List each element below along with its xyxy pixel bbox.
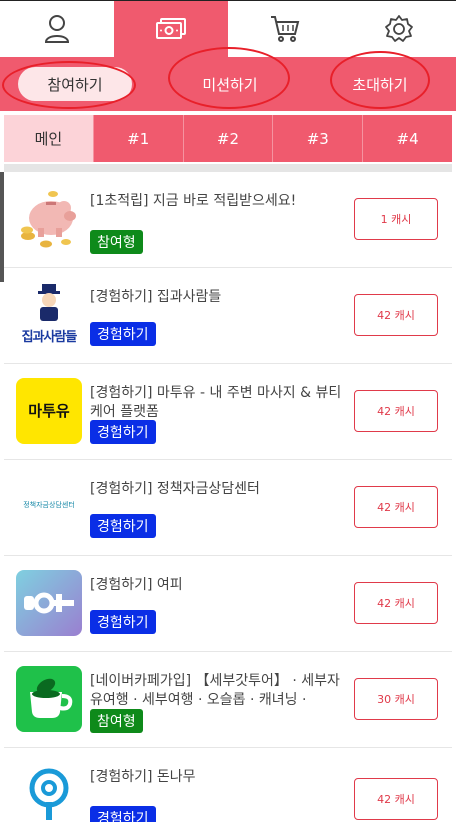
thumbnail: [16, 762, 82, 822]
thumbnail: 집과사람들: [16, 282, 82, 348]
item-title: [경험하기] 집과사람들: [90, 289, 222, 305]
yeopi-logo-icon: [24, 592, 74, 614]
tab-main[interactable]: 메인: [4, 115, 93, 162]
item-badge: 경험하기: [90, 322, 156, 346]
cafe-cup-icon: [30, 678, 73, 718]
thumbnail: [16, 186, 82, 252]
tab-1[interactable]: #1: [92, 115, 183, 162]
divider: [4, 164, 452, 172]
cash-button[interactable]: 1 캐시: [354, 198, 438, 240]
cash-button[interactable]: 42 캐시: [354, 390, 438, 432]
cash-button[interactable]: 42 캐시: [354, 486, 438, 528]
nav-settings[interactable]: [342, 1, 456, 57]
money-tree-icon: [29, 768, 69, 820]
cash-icon: [156, 18, 186, 39]
tab-4[interactable]: #4: [362, 115, 452, 162]
thumbnail: [16, 666, 82, 732]
item-title: [네이버카페가입] 【세부갓투어】 · 세부자유여행 · 세부여행 · 오슬롭 …: [90, 673, 340, 708]
nav-profile[interactable]: [0, 1, 114, 57]
item-badge: 참여형: [90, 230, 143, 254]
thumb-label: 마투유: [28, 402, 70, 420]
person-icon: [44, 15, 70, 43]
mascot-icon: [38, 284, 60, 321]
item-title: [1초적립] 지금 바로 적립받으세요!: [90, 193, 297, 209]
cart-icon: [271, 16, 300, 42]
item-badge: 참여형: [90, 709, 143, 733]
item-badge: 경험하기: [90, 806, 156, 822]
list-item[interactable]: [1초적립] 지금 바로 적립받으세요! 참여형 1 캐시: [4, 172, 452, 268]
cash-button[interactable]: 42 캐시: [354, 294, 438, 336]
cash-button[interactable]: 42 캐시: [354, 778, 438, 820]
thumbnail: [16, 570, 82, 636]
sub-tabs: 참여하기 미션하기 초대하기: [0, 47, 456, 111]
annotation-circle: [2, 61, 136, 109]
item-title: [경험하기] 돈나무: [90, 769, 196, 785]
offer-list: [1초적립] 지금 바로 적립받으세요! 참여형 1 캐시 집과사람들 [경험하…: [4, 172, 452, 822]
list-item[interactable]: [경험하기] 여피 경험하기 42 캐시: [4, 556, 452, 652]
thumbnail: 정책자금상담센터: [16, 474, 82, 540]
cash-button[interactable]: 42 캐시: [354, 582, 438, 624]
list-item[interactable]: 집과사람들 [경험하기] 집과사람들 경험하기 42 캐시: [4, 268, 452, 364]
item-badge: 경험하기: [90, 514, 156, 538]
list-item[interactable]: [경험하기] 돈나무 경험하기 42 캐시: [4, 748, 452, 822]
item-badge: 경험하기: [90, 420, 156, 444]
list-item[interactable]: 정책자금상담센터 [경험하기] 정책자금상담센터 경험하기 42 캐시: [4, 460, 452, 556]
annotation-circle: [330, 51, 430, 109]
cash-button[interactable]: 30 캐시: [354, 678, 438, 720]
annotation-circle: [168, 47, 290, 109]
gear-icon: [385, 15, 413, 42]
list-item[interactable]: [네이버카페가입] 【세부갓투어】 · 세부자유여행 · 세부여행 · 오슬롭 …: [4, 652, 452, 748]
category-tabs: 메인 #1 #2 #3 #4: [4, 115, 452, 162]
tab-2[interactable]: #2: [182, 115, 273, 162]
item-title: [경험하기] 여피: [90, 577, 183, 593]
item-title: [경험하기] 정책자금상담센터: [90, 481, 260, 497]
tab-3[interactable]: #3: [272, 115, 363, 162]
list-item[interactable]: 마투유 [경험하기] 마투유 - 내 주변 마사지 & 뷰티케어 플랫폼 경험하…: [4, 364, 452, 460]
thumbnail: 마투유: [16, 378, 82, 444]
item-badge: 경험하기: [90, 610, 156, 634]
thumb-label: 집과사람들: [21, 330, 78, 345]
thumb-label: 정책자금상담센터: [23, 501, 75, 509]
item-title: [경험하기] 마투유 - 내 주변 마사지 & 뷰티케어 플랫폼: [90, 385, 342, 420]
piggy-bank-icon: [21, 191, 76, 248]
